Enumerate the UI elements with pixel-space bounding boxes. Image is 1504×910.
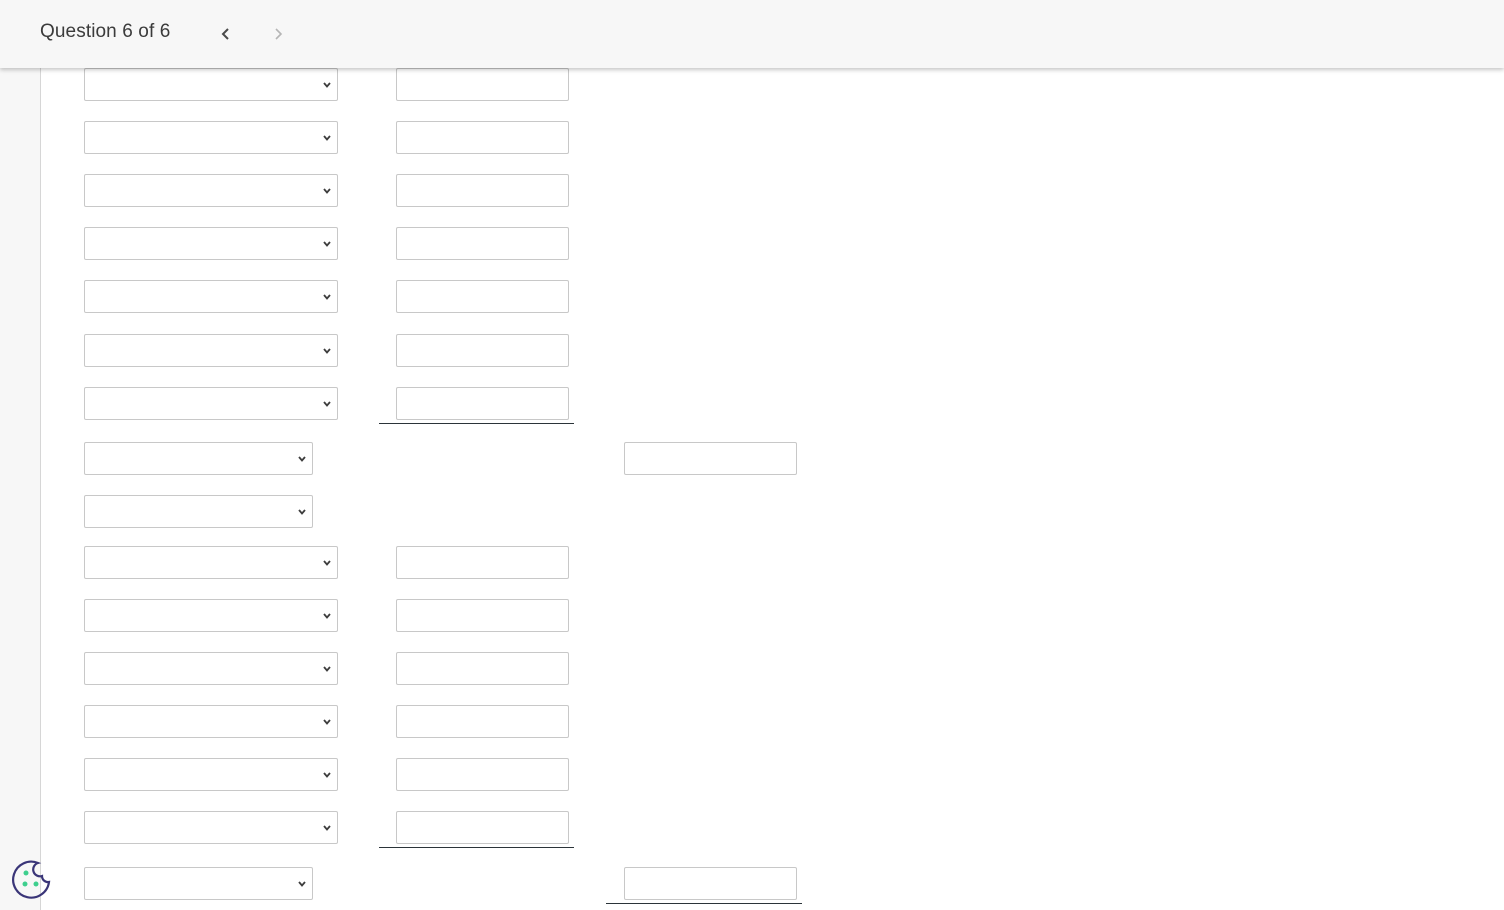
total-label-select[interactable] xyxy=(84,867,313,900)
amount-input[interactable] xyxy=(396,121,569,154)
next-question-button[interactable] xyxy=(266,22,290,46)
chevron-down-icon xyxy=(323,188,331,194)
chevron-down-icon xyxy=(323,241,331,247)
chevron-down-icon xyxy=(323,825,331,831)
chevron-left-icon xyxy=(221,28,229,40)
account-select[interactable] xyxy=(84,811,338,844)
account-select[interactable] xyxy=(84,334,338,367)
previous-question-button[interactable] xyxy=(214,22,238,46)
chevron-down-icon xyxy=(298,881,306,887)
chevron-down-icon xyxy=(323,666,331,672)
amount-input[interactable] xyxy=(396,652,569,685)
chevron-down-icon xyxy=(323,560,331,566)
total-input[interactable] xyxy=(624,867,797,900)
total-input[interactable] xyxy=(624,442,797,475)
amount-input[interactable] xyxy=(396,334,569,367)
account-select[interactable] xyxy=(84,227,338,260)
account-select[interactable] xyxy=(84,546,338,579)
amount-input[interactable] xyxy=(396,546,569,579)
account-select[interactable] xyxy=(84,387,338,420)
subtotal-rule xyxy=(379,423,574,424)
account-select[interactable] xyxy=(84,599,338,632)
chevron-down-icon xyxy=(323,135,331,141)
chevron-right-icon xyxy=(275,28,283,40)
chevron-down-icon xyxy=(298,456,306,462)
account-select[interactable] xyxy=(84,121,338,154)
amount-input[interactable] xyxy=(396,174,569,207)
left-rail xyxy=(0,0,41,910)
question-header: Question 6 of 6 xyxy=(0,0,1504,68)
amount-input[interactable] xyxy=(396,811,569,844)
total-label-select[interactable] xyxy=(84,442,313,475)
chevron-down-icon xyxy=(298,509,306,515)
chevron-down-icon xyxy=(323,294,331,300)
chevron-down-icon xyxy=(323,719,331,725)
account-select[interactable] xyxy=(84,280,338,313)
subtotal-rule xyxy=(379,847,574,848)
chevron-down-icon xyxy=(323,348,331,354)
question-counter: Question 6 of 6 xyxy=(40,21,171,42)
account-select[interactable] xyxy=(84,174,338,207)
account-select[interactable] xyxy=(84,68,338,101)
amount-input[interactable] xyxy=(396,758,569,791)
amount-input[interactable] xyxy=(396,387,569,420)
amount-input[interactable] xyxy=(396,280,569,313)
amount-input[interactable] xyxy=(396,68,569,101)
cookie-settings-button[interactable] xyxy=(11,858,53,900)
chevron-down-icon xyxy=(323,82,331,88)
chevron-down-icon xyxy=(323,772,331,778)
amount-input[interactable] xyxy=(396,705,569,738)
total-rule xyxy=(606,903,802,904)
account-select[interactable] xyxy=(84,652,338,685)
account-select[interactable] xyxy=(84,758,338,791)
cookie-icon xyxy=(12,860,51,899)
amount-input[interactable] xyxy=(396,227,569,260)
section-label-select[interactable] xyxy=(84,495,313,528)
chevron-down-icon xyxy=(323,613,331,619)
account-select[interactable] xyxy=(84,705,338,738)
chevron-down-icon xyxy=(323,401,331,407)
amount-input[interactable] xyxy=(396,599,569,632)
